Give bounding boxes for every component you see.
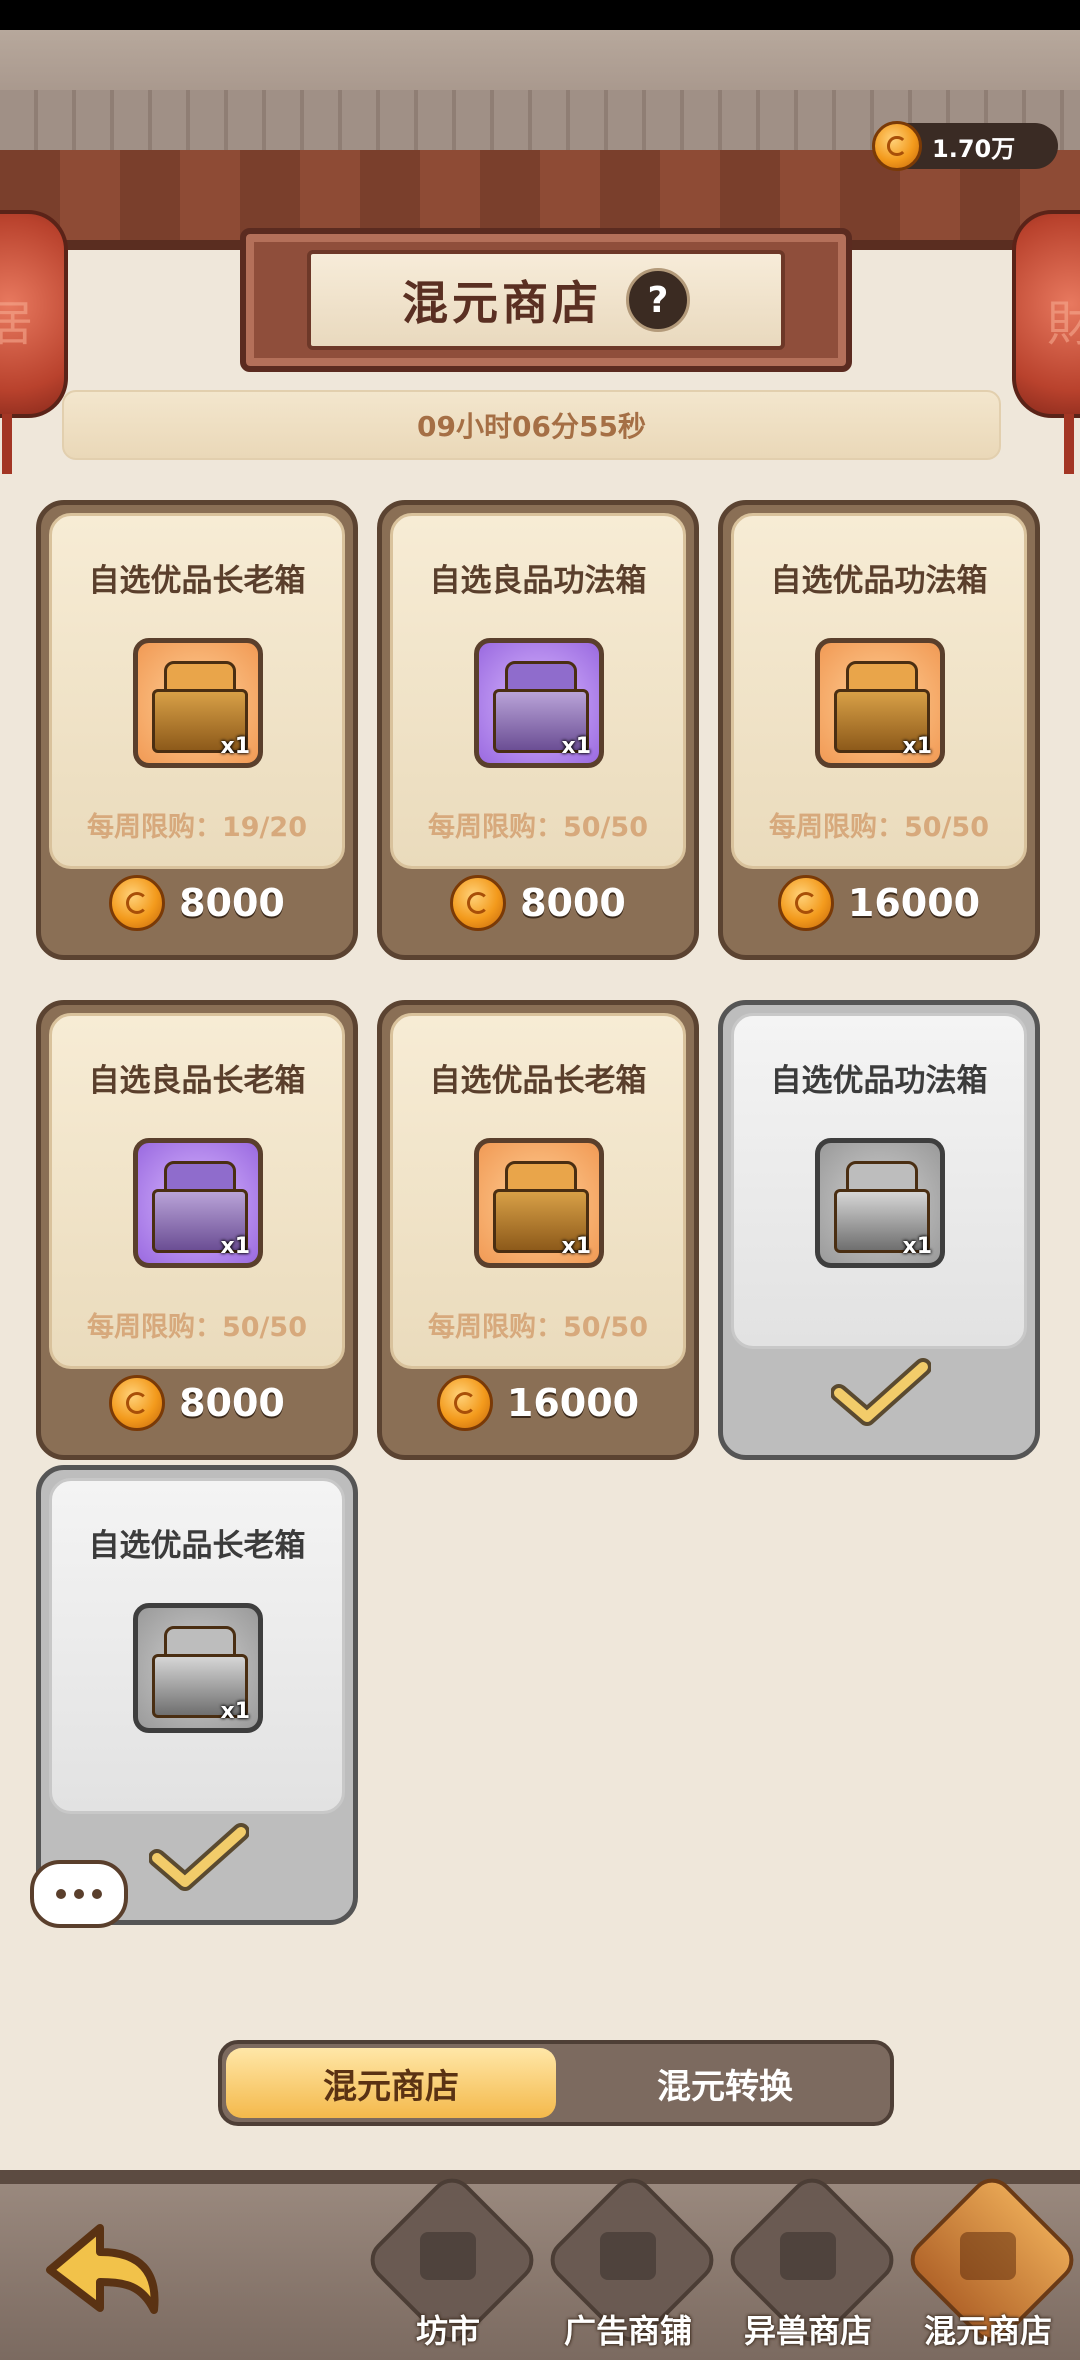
purchase-limit: 每周限购：50/50	[768, 812, 989, 843]
purchase-limit: 每周限购：19/20	[86, 812, 307, 843]
house-icon	[780, 2232, 836, 2280]
purchase-limit: 每周限购：50/50	[86, 1312, 307, 1343]
house-icon	[600, 2232, 656, 2280]
price: 16000	[506, 1381, 640, 1425]
lantern-right: 財	[1012, 210, 1080, 474]
checkmark-icon	[831, 1358, 931, 1426]
chat-bubble-button[interactable]	[30, 1860, 128, 1928]
item-name: 自选优品长老箱	[88, 1528, 306, 1564]
house-icon	[420, 2232, 476, 2280]
status-bar	[0, 0, 1080, 30]
buy-button[interactable]: 8000	[382, 875, 694, 931]
coin-icon	[872, 121, 922, 171]
nav-market[interactable]: 坊市	[361, 2169, 543, 2360]
price: 8000	[520, 881, 626, 925]
coin-icon	[450, 875, 507, 931]
lantern-left: 居	[0, 210, 68, 474]
title-plaque: 混元商店 ?	[240, 228, 852, 372]
chest-icon: x1	[474, 638, 604, 768]
tab-hunyuan-shop[interactable]: 混元商店	[226, 2048, 556, 2118]
item-name: 自选优品长老箱	[88, 563, 306, 599]
item-name: 自选良品长老箱	[88, 1063, 306, 1099]
coin-icon	[436, 1375, 493, 1431]
price: 8000	[179, 881, 285, 925]
chest-icon: x1	[815, 1138, 945, 1268]
price: 16000	[847, 881, 981, 925]
coin-icon	[777, 875, 834, 931]
checkmark-icon	[149, 1823, 249, 1891]
help-button[interactable]: ?	[626, 268, 690, 332]
currency-amount: 1.70万	[932, 134, 1016, 163]
buy-button[interactable]: 8000	[41, 875, 353, 931]
chest-icon: x1	[474, 1138, 604, 1268]
bottom-nav: 坊市 广告商铺 异兽商店 混元商店	[0, 2169, 1080, 2360]
purchase-limit: 每周限购：50/50	[427, 812, 648, 843]
item-name: 自选优品功法箱	[770, 1063, 988, 1099]
house-icon	[960, 2232, 1016, 2280]
timer-text: 09小时06分55秒	[417, 410, 646, 443]
shop-item-card[interactable]: 自选优品长老箱 x1 每周限购：19/20 8000	[36, 500, 358, 960]
buy-button[interactable]: 8000	[41, 1375, 353, 1431]
chest-icon: x1	[133, 1138, 263, 1268]
buy-button[interactable]: 16000	[723, 875, 1035, 931]
page-title: 混元商店	[402, 276, 602, 330]
refresh-timer: 09小时06分55秒	[62, 390, 1001, 460]
price: 8000	[179, 1381, 285, 1425]
coin-icon	[109, 1375, 166, 1431]
shop-item-card[interactable]: 自选良品功法箱 x1 每周限购：50/50 8000	[377, 500, 699, 960]
coin-icon	[109, 875, 166, 931]
chest-icon: x1	[133, 638, 263, 768]
shop-item-card[interactable]: 自选优品长老箱 x1 每周限购：50/50 16000	[377, 1000, 699, 1460]
nav-hunyuan-shop[interactable]: 混元商店	[901, 2169, 1080, 2360]
item-name: 自选优品功法箱	[770, 563, 988, 599]
item-name: 自选良品功法箱	[429, 563, 647, 599]
nav-ad-shop[interactable]: 广告商铺	[541, 2169, 723, 2360]
nav-beast-shop[interactable]: 异兽商店	[721, 2169, 903, 2360]
tab-hunyuan-exchange[interactable]: 混元转换	[560, 2044, 890, 2122]
shop-item-card[interactable]: 自选良品长老箱 x1 每周限购：50/50 8000	[36, 1000, 358, 1460]
shop-item-card[interactable]: 自选优品功法箱 x1 每周限购：50/50 16000	[718, 500, 1040, 960]
purchase-limit: 每周限购：50/50	[427, 1312, 648, 1343]
chest-icon: x1	[815, 638, 945, 768]
shop-tabs: 混元商店 混元转换	[218, 2040, 894, 2126]
currency-counter[interactable]: 1.70万	[872, 121, 1058, 171]
back-arrow-icon[interactable]	[30, 2210, 170, 2330]
item-name: 自选优品长老箱	[429, 1063, 647, 1099]
chest-icon: x1	[133, 1603, 263, 1733]
shop-item-card-sold-out[interactable]: 自选优品长老箱 x1	[36, 1465, 358, 1925]
buy-button[interactable]: 16000	[382, 1375, 694, 1431]
shop-item-card-sold-out[interactable]: 自选优品功法箱 x1	[718, 1000, 1040, 1460]
